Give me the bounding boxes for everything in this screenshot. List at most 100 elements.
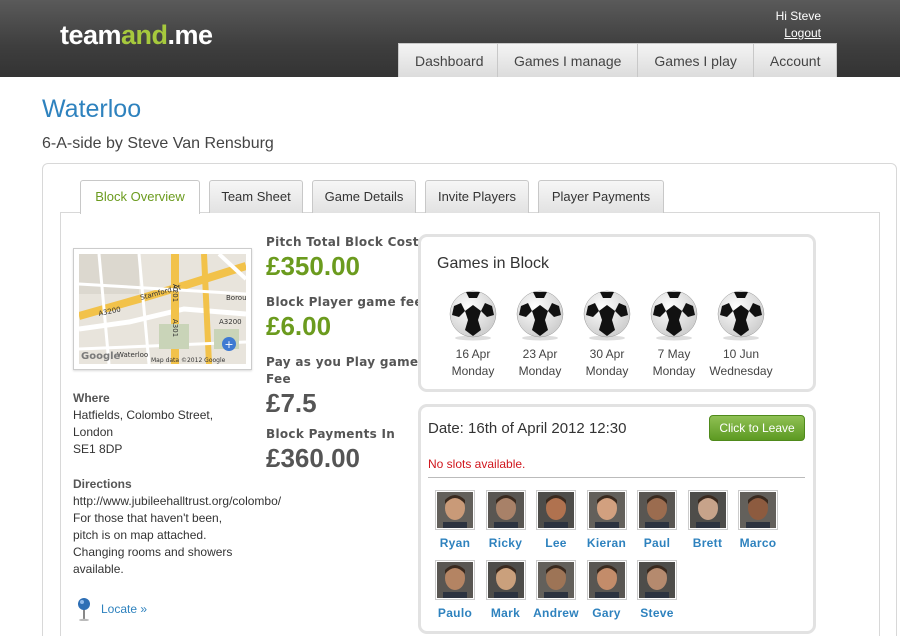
game-day: Monday: [585, 364, 629, 378]
svg-text:Google: Google: [81, 351, 121, 362]
payg-fee: Pay as you Play game Fee £7.5: [266, 354, 418, 419]
avatar: [586, 490, 627, 530]
game-day: Monday: [652, 364, 696, 378]
football-icon: [581, 289, 633, 341]
tab-game-details[interactable]: Game Details: [312, 180, 416, 213]
block-payments-value: £360.00: [266, 443, 360, 473]
game-detail-panel: Date: 16th of April 2012 12:30 Click to …: [418, 404, 816, 634]
player-name: Ricky: [488, 536, 523, 550]
where-label: Where: [73, 391, 110, 405]
game-date-title: Date: 16th of April 2012 12:30: [428, 420, 627, 437]
locate-link[interactable]: Locate »: [77, 597, 147, 621]
page-title: Waterloo: [42, 95, 142, 123]
player-item[interactable]: Ryan: [430, 490, 480, 550]
location-map[interactable]: + Stamford St A3200 A3200 Borou A201 A30…: [73, 248, 252, 370]
directions-line: For those that haven't been,: [73, 511, 223, 525]
game-day: Monday: [451, 364, 495, 378]
svg-text:Borou: Borou: [226, 294, 246, 302]
football-icon: [648, 289, 700, 341]
directions-label: Directions: [73, 477, 132, 491]
football-icon: [715, 289, 767, 341]
game-date: 7 May: [657, 347, 691, 361]
svg-text:Map data ©2012 Google: Map data ©2012 Google: [151, 357, 226, 364]
player-item[interactable]: Lee: [531, 490, 581, 550]
nav-games-i-manage[interactable]: Games I manage: [497, 43, 639, 77]
block-payments: Block Payments In £360.00: [266, 426, 395, 474]
pitch-cost: Pitch Total Block Cost £350.00: [266, 234, 419, 282]
tab-bar: Block Overview Team Sheet Game Details I…: [80, 180, 673, 214]
where-section: Where Hatfields, Colombo Street, London …: [73, 390, 213, 458]
payg-fee-label: Pay as you Play game: [266, 355, 419, 369]
avatar: [738, 490, 778, 530]
logo[interactable]: teamand.me: [60, 20, 213, 51]
player-item[interactable]: Kieran: [582, 490, 632, 550]
player-fee-label: Block Player game fee: [266, 295, 423, 309]
player-item[interactable]: Gary: [582, 560, 632, 620]
player-name: Lee: [545, 536, 567, 550]
avatar: [435, 490, 475, 530]
pitch-cost-value: £350.00: [266, 251, 360, 281]
map-image: + Stamford St A3200 A3200 Borou A201 A30…: [79, 254, 246, 364]
player-name: Andrew: [533, 606, 579, 620]
directions-line: available.: [73, 562, 124, 576]
tab-invite-players[interactable]: Invite Players: [425, 180, 529, 213]
nav-dashboard[interactable]: Dashboard: [398, 43, 498, 77]
avatar: [485, 490, 526, 530]
pin-icon: [78, 598, 90, 621]
payg-fee-label-cont: Fee: [266, 372, 291, 386]
tab-player-payments[interactable]: Player Payments: [538, 180, 664, 213]
player-item[interactable]: Mark: [481, 560, 531, 620]
game-date: 10 Jun: [722, 347, 760, 361]
player-name: Brett: [692, 536, 723, 550]
game-day: Wednesday: [709, 364, 773, 378]
player-item[interactable]: Paulo: [430, 560, 480, 620]
payg-fee-value: £7.5: [266, 388, 317, 418]
player-fee: Block Player game fee £6.00: [266, 294, 423, 342]
block-payments-label: Block Payments In: [266, 427, 396, 441]
address-line: SE1 8DP: [73, 442, 123, 456]
football-icon: [514, 289, 566, 341]
directions-line: Changing rooms and showers: [73, 545, 233, 559]
avatar: [536, 490, 576, 530]
logout-link[interactable]: Logout: [784, 26, 821, 40]
player-name: Gary: [592, 606, 621, 620]
player-item[interactable]: Brett: [683, 490, 733, 550]
avatar: [536, 560, 576, 600]
player-item[interactable]: Paul: [632, 490, 682, 550]
avatar: [687, 490, 728, 530]
svg-text:+: +: [224, 338, 233, 351]
leave-button[interactable]: Click to Leave: [709, 415, 805, 441]
nav-account[interactable]: Account: [752, 43, 838, 77]
tab-team-sheet[interactable]: Team Sheet: [209, 180, 303, 213]
player-item[interactable]: Ricky: [481, 490, 531, 550]
games-in-block-panel: Games in Block 16 Apr Monday 23 Apr Mond…: [418, 234, 816, 392]
main-nav: Dashboard Games I manage Games I play Ac…: [398, 43, 838, 77]
player-item[interactable]: Marco: [733, 490, 783, 550]
game-date: 23 Apr: [522, 347, 558, 361]
avatar: [637, 490, 677, 530]
tab-block-overview[interactable]: Block Overview: [80, 180, 200, 214]
locate-label: Locate »: [101, 602, 148, 616]
nav-games-i-play[interactable]: Games I play: [637, 43, 754, 77]
game-item[interactable]: 16 Apr Monday: [438, 289, 508, 380]
avatar: [586, 560, 627, 600]
game-item[interactable]: 30 Apr Monday: [572, 289, 642, 380]
divider: [428, 477, 805, 478]
games-title: Games in Block: [437, 255, 550, 272]
avatar: [637, 560, 677, 600]
svg-text:A201: A201: [171, 284, 179, 302]
svg-text:A3200: A3200: [219, 318, 242, 326]
player-item[interactable]: Andrew: [531, 560, 581, 620]
player-item[interactable]: Steve: [632, 560, 682, 620]
page-subtitle: 6-A-side by Steve Van Rensburg: [42, 135, 274, 152]
directions-section: Directions http://www.jubileehalltrust.o…: [73, 476, 281, 578]
directions-line: pitch is on map attached.: [73, 528, 207, 542]
player-name: Paulo: [437, 606, 473, 620]
game-item[interactable]: 23 Apr Monday: [505, 289, 575, 380]
game-item[interactable]: 7 May Monday: [639, 289, 709, 380]
player-name: Ryan: [439, 536, 471, 550]
player-name: Mark: [490, 606, 521, 620]
game-item[interactable]: 10 Jun Wednesday: [706, 289, 776, 380]
user-greeting: Hi Steve: [775, 9, 821, 23]
address-line: Hatfields, Colombo Street,: [73, 408, 214, 422]
